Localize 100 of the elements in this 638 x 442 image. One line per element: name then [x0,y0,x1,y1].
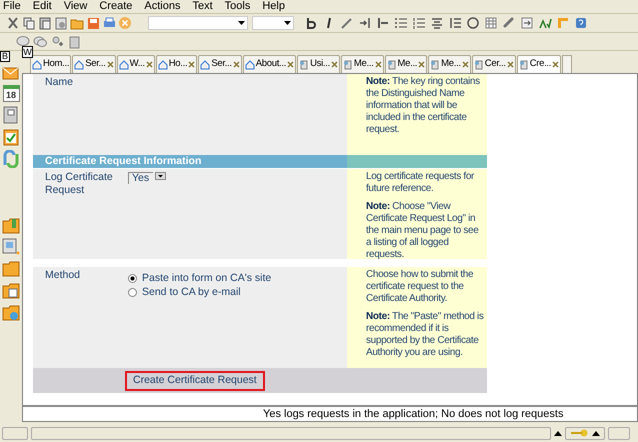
radio-button[interactable] [128,288,137,297]
folder-icon[interactable] [2,282,20,300]
tab-label: Cer... [484,57,506,72]
bold-icon[interactable] [304,16,318,30]
document-icon [342,60,353,70]
tab-label: Ser... [211,57,232,72]
field-label: Method [45,269,82,283]
house-icon [32,60,42,70]
help-icon[interactable] [574,16,588,30]
tab-label: About... [256,57,286,72]
tab-label: Cre... [530,57,552,72]
tab[interactable]: Me... [340,55,384,73]
table-icon[interactable] [484,16,498,30]
caret-icon [592,430,600,436]
tab[interactable]: Cer... [472,55,516,73]
note-text: Choose how to submit the certificate request to the Certificate Authority. [366,269,474,305]
copy-icon[interactable] [22,16,36,30]
field-help-text: Yes logs requests in the application; No does not log requests [23,405,637,421]
id-status-button[interactable] [565,426,605,440]
radio-button[interactable] [128,274,137,283]
document-icon[interactable] [54,16,68,30]
paste-icon[interactable] [38,16,52,30]
tab[interactable]: Ser... [198,55,242,73]
menu-item[interactable]: Create [93,0,138,15]
tab-label: Usi... [310,57,330,72]
insert-icon[interactable] [520,16,534,30]
add-contact-icon[interactable] [50,34,64,48]
document-icon [386,60,397,70]
caret-icon [284,21,291,25]
numbered-list-icon[interactable] [412,16,426,30]
align-icon[interactable] [430,16,444,30]
tab[interactable]: Me... [428,55,471,73]
document-icon [518,60,529,70]
house-icon [244,60,255,70]
close-icon[interactable] [552,61,560,68]
document-icon [299,60,310,70]
close-icon[interactable] [418,61,426,68]
close-icon[interactable] [188,61,196,68]
close-icon[interactable] [462,61,469,68]
menu-item[interactable]: File [0,0,27,15]
tab[interactable]: Me... [384,55,428,73]
dropdown-button-icon[interactable] [155,172,166,180]
todo-icon[interactable] [2,128,20,146]
tab[interactable]: Hom... [30,55,72,73]
tab-label: Hom... [43,57,70,72]
create-request-button[interactable]: Create Certificate Request [125,370,265,390]
document-icon [430,60,440,70]
folder-icon[interactable] [2,260,20,278]
close-icon[interactable] [506,61,514,68]
close-icon[interactable] [374,61,382,68]
shortcut-key-badge: W [22,46,33,58]
spellcheck-icon[interactable] [538,16,552,30]
close-icon[interactable] [106,61,114,68]
close-icon[interactable] [287,61,294,68]
dropdown-field[interactable]: Yes [128,172,154,184]
print-icon[interactable] [102,16,116,30]
menu-item[interactable]: Text [186,0,219,15]
caret-icon[interactable] [554,430,562,436]
notebook-icon[interactable] [67,34,81,48]
tab-label: Me... [441,57,461,72]
tab[interactable] [562,55,572,73]
tab[interactable]: Cre... [516,55,562,73]
chat-icon[interactable] [16,34,30,48]
bookmark-folder-icon[interactable] [2,216,20,234]
spacing-icon[interactable] [448,16,462,30]
calendar-icon[interactable]: 18 [2,85,20,102]
address-book-icon[interactable] [2,106,20,124]
radio-label: Paste into form on CA's site [142,272,272,285]
section-header: Certificate Request Information [33,155,347,168]
bullet-list-icon[interactable] [394,16,408,30]
tab-label: Ho... [168,57,188,72]
house-icon [74,60,84,70]
tab[interactable]: Ser... [72,55,116,73]
indent-icon[interactable] [358,16,372,30]
tab[interactable]: Ho... [156,55,198,73]
folder-icon[interactable] [2,304,20,322]
menu-item[interactable]: View [58,0,94,15]
menu-item[interactable]: Help [256,0,291,15]
outdent-icon[interactable] [376,16,390,30]
shortcut-key-badge: B [0,51,10,62]
close-icon[interactable] [232,61,240,68]
tab[interactable]: About... [242,55,296,73]
caret-icon [238,21,245,25]
menu-item[interactable]: Edit [26,0,58,15]
replicate-icon[interactable] [2,150,20,168]
key-icon [570,429,588,437]
save-icon[interactable] [86,16,100,30]
window-icon[interactable] [2,238,20,256]
close-icon[interactable] [146,61,153,68]
document-icon [474,60,484,70]
menu-item[interactable]: Actions [138,0,186,15]
size-dropdown[interactable] [252,16,294,30]
note-text: Log certificate requests for future reference. [366,171,476,195]
close-icon[interactable] [330,61,338,68]
cut-icon[interactable] [6,16,20,30]
menu-item[interactable]: Tools [218,0,256,15]
tab[interactable]: W... [116,55,155,73]
tab-label: Me... [354,57,374,72]
house-icon [158,60,168,70]
tab[interactable]: Usi... [297,55,340,73]
